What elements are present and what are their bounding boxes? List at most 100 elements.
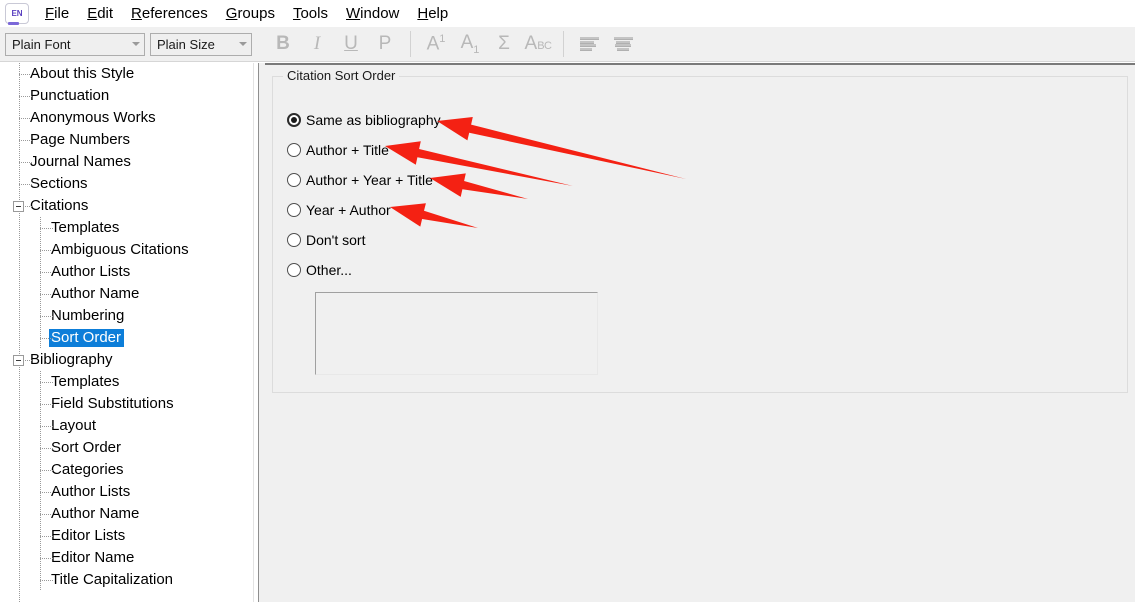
tree-item-punctuation[interactable]: Punctuation [0,85,253,107]
tree-elbow-line [40,228,53,229]
style-sections-tree[interactable]: About this Style Punctuation Anonymous Wor… [0,63,253,602]
tree-item-author-lists[interactable]: Author Lists [0,261,253,283]
font-dropdown[interactable]: Plain Font [5,32,145,56]
align-center-button[interactable] [606,29,640,59]
menu-item-tools[interactable]: Tools [284,3,337,25]
menu-item-references[interactable]: References [122,3,217,25]
align-left-button[interactable] [572,29,606,59]
font-size-dropdown[interactable]: Plain Size [150,32,252,56]
italic-icon: I [313,33,321,54]
plain-text-button[interactable]: P [368,29,402,59]
menu-item-help[interactable]: Help [408,3,457,25]
align-center-icon [613,37,633,51]
subscript-icon: A1 [460,32,480,56]
font-size-dropdown-value: Plain Size [157,36,215,52]
sort-order-radio-group[interactable]: Same as bibliography Author + Title Author… [287,105,441,285]
tree-item-label: Ambiguous Citations [51,241,189,258]
tree-guide-line [40,217,41,239]
radio-option-don-t-sort[interactable]: Don't sort [287,225,441,255]
tree-guide-line [40,305,41,327]
tree-item-page-numbers[interactable]: Page Numbers [0,129,253,151]
spell-check-button[interactable]: ABC [521,29,555,59]
tree-item-layout[interactable]: Layout [0,415,253,437]
tree-item-label: Editor Lists [51,527,126,544]
tree-item-editor-lists[interactable]: Editor Lists [0,525,253,547]
underline-icon: U [344,33,358,54]
main-content: About this Style Punctuation Anonymous Wor… [0,63,1135,602]
tree-elbow-line [40,316,53,317]
tree-elbow-line [40,338,53,339]
tree-item-title-capitalization[interactable]: Title Capitalization [0,569,253,591]
tree-elbow-line [40,536,53,537]
other-sort-order-textbox[interactable] [315,292,598,375]
underline-button[interactable]: U [334,29,368,59]
tree-elbow-line [40,492,53,493]
toolbar-divider [563,31,564,57]
radio-unselected-icon[interactable] [287,263,301,277]
tree-item-categories[interactable]: Categories [0,459,253,481]
tree-elbow-line [40,448,53,449]
endnote-logo-text: EN [11,8,23,18]
radio-unselected-icon[interactable] [287,143,301,157]
tree-elbow-line [40,250,53,251]
tree-item-label: Sections [30,175,88,192]
radio-option-same-as-bibliography[interactable]: Same as bibliography [287,105,441,135]
tree-item-anonymous-works[interactable]: Anonymous Works [0,107,253,129]
tree-item-bibliography[interactable]: Bibliography [0,349,253,371]
menu-bar: EN File Edit References Groups Tools Window He… [0,0,1135,27]
tree-item-author-name[interactable]: Author Name [0,283,253,305]
radio-selected-icon[interactable] [287,113,301,127]
superscript-button[interactable]: A1 [419,29,453,59]
tree-item-templates[interactable]: Templates [0,371,253,393]
menu-item-window[interactable]: Window [337,3,408,25]
tree-guide-line [40,283,41,305]
tree-item-about-this-style[interactable]: About this Style [0,63,253,85]
bold-icon: B [276,33,290,54]
radio-unselected-icon[interactable] [287,233,301,247]
tree-item-label: Punctuation [30,87,110,104]
tree-collapse-icon[interactable] [13,355,24,366]
tree-item-label: Sort Order [49,329,125,347]
insert-symbol-button[interactable]: Σ [487,29,521,59]
tree-elbow-line [40,382,53,383]
tree-item-label: Bibliography [30,351,113,368]
tree-item-numbering[interactable]: Numbering [0,305,253,327]
menu-item-groups[interactable]: Groups [217,3,284,25]
tree-item-sections[interactable]: Sections [0,173,253,195]
tree-item-label: Author Lists [51,483,131,500]
menu-item-file[interactable]: File [36,3,78,25]
menu-item-edit[interactable]: Edit [78,3,122,25]
tree-guide-line [40,569,41,591]
tree-collapse-icon[interactable] [13,201,24,212]
tree-guide-line [40,437,41,459]
tree-guide-line [40,503,41,525]
tree-item-sort-order[interactable]: Sort Order [0,437,253,459]
radio-option-year-author[interactable]: Year + Author [287,195,441,225]
tree-item-sort-order[interactable]: Sort Order [0,327,253,349]
tree-item-ambiguous-citations[interactable]: Ambiguous Citations [0,239,253,261]
tree-item-label: Editor Name [51,549,135,566]
radio-option-other[interactable]: Other... [287,255,441,285]
bold-button[interactable]: B [266,29,300,59]
tree-item-templates[interactable]: Templates [0,217,253,239]
tree-item-editor-name[interactable]: Editor Name [0,547,253,569]
tree-guide-line [40,261,41,283]
tree-item-journal-names[interactable]: Journal Names [0,151,253,173]
tree-item-field-substitutions[interactable]: Field Substitutions [0,393,253,415]
subscript-button[interactable]: A1 [453,29,487,59]
tree-item-label: Journal Names [30,153,131,170]
tree-guide-line [40,481,41,503]
tree-item-author-name[interactable]: Author Name [0,503,253,525]
radio-unselected-icon[interactable] [287,173,301,187]
radio-option-author-year-title[interactable]: Author + Year + Title [287,165,441,195]
radio-option-label: Author + Title [306,142,389,158]
radio-option-author-title[interactable]: Author + Title [287,135,441,165]
citation-sort-order-groupbox: Citation Sort Order Same as bibliography… [272,68,1128,393]
tree-guide-line [40,459,41,481]
radio-unselected-icon[interactable] [287,203,301,217]
tree-item-citations[interactable]: Citations [0,195,253,217]
tree-item-author-lists[interactable]: Author Lists [0,481,253,503]
italic-button[interactable]: I [300,29,334,59]
tree-item-label: Author Lists [51,263,131,280]
tree-item-label: About this Style [30,65,135,82]
